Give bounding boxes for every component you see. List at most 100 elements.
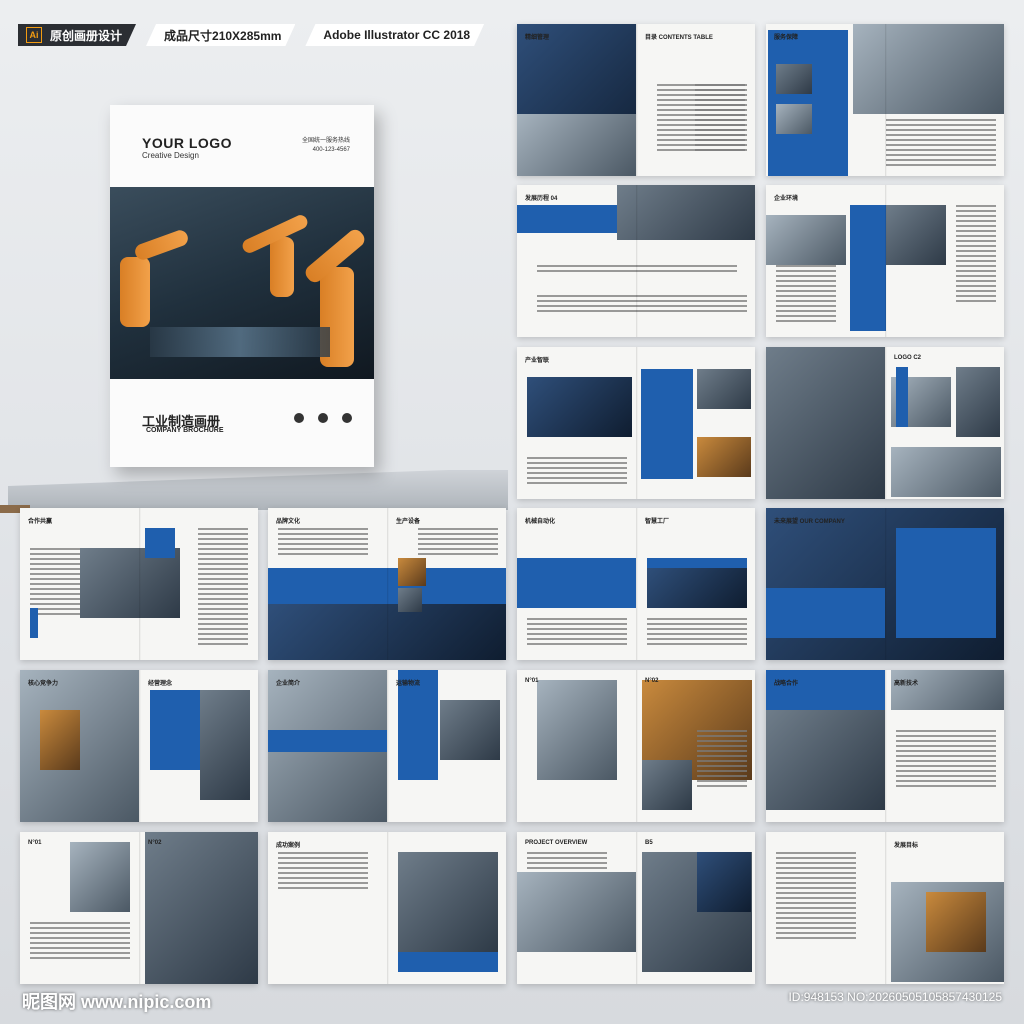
- spread-left-title: N°01: [525, 678, 539, 684]
- cover-logo: YOUR LOGO: [142, 135, 233, 151]
- spread-photo: [766, 347, 885, 499]
- text-block: [886, 119, 996, 169]
- text-block: [418, 528, 498, 558]
- text-block: [647, 618, 747, 648]
- size-badge: 成品尺寸210X285mm: [146, 24, 295, 46]
- spread-thumbnail: 核心竞争力 经营理念: [20, 670, 258, 822]
- spread-thumbnail: 企业简介 运输物流: [268, 670, 506, 822]
- spread-photo: [886, 205, 946, 265]
- spread-thumbnail: 成功案例: [268, 832, 506, 984]
- cover-title-en: COMPANY BROCHURE: [146, 427, 224, 434]
- software-label: Adobe Illustrator CC 2018: [323, 28, 471, 42]
- color-block: [30, 608, 38, 638]
- spread-left-title: 服务保障: [774, 35, 799, 41]
- cover-contact-icons: [294, 413, 352, 423]
- spread-photo: [647, 568, 747, 608]
- spread-photo: [766, 710, 885, 810]
- cover-logo-sub: Creative Design: [142, 151, 199, 160]
- spread-right-title: 运输物流: [396, 681, 421, 687]
- spread-photo: [398, 588, 422, 612]
- spread-right-title: 高新技术: [894, 681, 919, 687]
- design-badge: Ai 原创画册设计: [18, 24, 136, 46]
- spread-photo: [398, 558, 426, 586]
- spread-thumbnail: 产业智联: [517, 347, 755, 499]
- spread-thumbnail: 精细管理 目录 CONTENTS TABLE: [517, 24, 755, 176]
- spread-photo: [956, 367, 1000, 437]
- text-block: [896, 730, 996, 790]
- spread-photo: [527, 377, 632, 437]
- shelf: [8, 470, 508, 510]
- spread-photo: [766, 215, 846, 265]
- spread-thumbnail: 战略合作 高新技术: [766, 670, 1004, 822]
- spread-right-title: B5: [645, 840, 653, 846]
- illustrator-icon: Ai: [26, 27, 42, 43]
- spread-right-title: 生产设备: [396, 519, 421, 525]
- spread-photo: [697, 437, 751, 477]
- text-block: [278, 528, 368, 558]
- spread-thumbnail: N°01 N°02: [517, 670, 755, 822]
- spread-photo: [617, 185, 755, 240]
- spread-photo: [926, 892, 986, 952]
- color-block: [145, 528, 175, 558]
- spread-photo: [80, 548, 180, 618]
- spread-left-title: 企业简介: [276, 681, 301, 687]
- text-block: [278, 852, 368, 892]
- color-block: [768, 30, 848, 176]
- design-label: 原创画册设计: [50, 28, 123, 43]
- spread-photo: [642, 760, 692, 810]
- text-block: [776, 852, 856, 942]
- spread-photo: [145, 832, 258, 984]
- color-block: [896, 528, 996, 638]
- spread-left-title: 合作共赢: [28, 519, 53, 525]
- text-block: [537, 265, 737, 275]
- spread-left-title: PROJECT OVERVIEW: [525, 840, 588, 846]
- color-block: [268, 730, 387, 752]
- spread-photo: [268, 604, 506, 660]
- text-block: [956, 205, 996, 305]
- spread-left-title: 企业环境: [774, 196, 799, 202]
- spread-thumbnail: PROJECT OVERVIEW B5: [517, 832, 755, 984]
- spread-right-title: LOGO C2: [894, 355, 922, 361]
- color-block: [517, 205, 617, 233]
- color-block: [766, 588, 885, 638]
- spread-left-title: 成功案例: [276, 843, 301, 849]
- spread-left-title: 精细管理: [525, 35, 550, 41]
- text-block: [697, 730, 747, 790]
- spread-right-title: 目录 CONTENTS TABLE: [645, 35, 713, 41]
- size-label: 成品尺寸210X285mm: [164, 28, 282, 43]
- spread-photo: [891, 670, 1004, 710]
- color-block: [517, 558, 636, 608]
- spread-thumbnail: 发展目标: [766, 832, 1004, 984]
- spread-thumbnail: 发展历程 04: [517, 185, 755, 337]
- watermark-site: 昵图网 www.nipic.com: [22, 992, 212, 1012]
- spread-left-title: 发展历程 04: [525, 196, 558, 202]
- spread-photo: [776, 64, 812, 94]
- spread-photo: [697, 369, 751, 409]
- text-block: [198, 528, 248, 648]
- spread-left-title: 未来展望 OUR COMPANY: [774, 519, 845, 525]
- spread-thumbnail: 企业环境: [766, 185, 1004, 337]
- spread-thumbnail: 未来展望 OUR COMPANY: [766, 508, 1004, 660]
- text-block: [537, 295, 747, 315]
- spread-photo: [200, 690, 250, 800]
- hotline-number: 400-123-4567: [312, 147, 350, 153]
- spread-photo: [776, 104, 812, 134]
- spread-thumbnail: 品牌文化 生产设备: [268, 508, 506, 660]
- spread-photo: [697, 852, 751, 912]
- image-id: ID:948153 NO:20260505105857430125: [788, 990, 1002, 1004]
- color-block: [850, 205, 886, 331]
- spread-photo: [537, 680, 617, 780]
- spread-thumbnail: 机械自动化 智慧工厂: [517, 508, 755, 660]
- spread-left-title: 产业智联: [525, 358, 550, 364]
- text-block: [527, 618, 627, 648]
- spread-right-title: N°02: [645, 678, 659, 684]
- spread-photo: [853, 24, 1004, 114]
- spread-right-title: 发展目标: [894, 843, 919, 849]
- hotline-label: 全国统一服务热线: [301, 138, 350, 144]
- color-block: [766, 670, 885, 710]
- mail-icon: [318, 413, 328, 423]
- color-block: [150, 690, 200, 770]
- spread-photo: [517, 872, 636, 952]
- spread-right-title: N°02: [148, 840, 162, 846]
- spread-left-title: N°01: [28, 840, 42, 846]
